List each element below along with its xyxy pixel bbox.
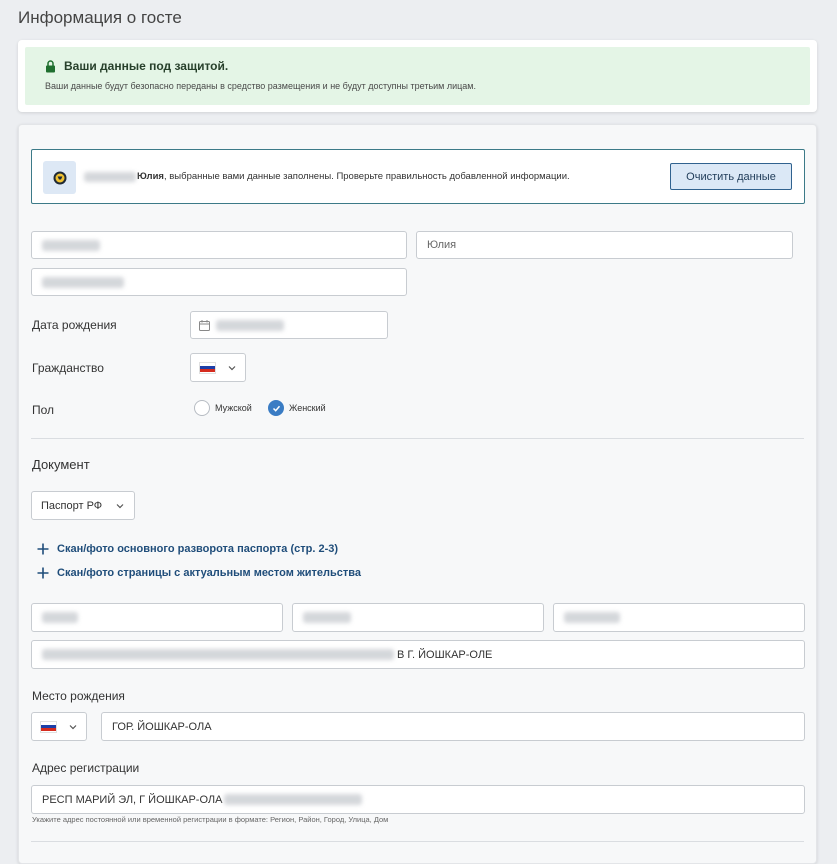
upload-residence-page-link[interactable]: Скан/фото страницы с актуальным местом ж…	[37, 567, 361, 579]
registration-address-field[interactable]: РЕСП МАРИЙ ЭЛ, Г ЙОШКАР-ОЛА	[31, 785, 805, 814]
radio-male[interactable]	[194, 400, 210, 416]
prefill-message: , выбранные вами данные заполнены. Прове…	[163, 171, 570, 182]
passport-issued-by-field[interactable]: В Г. ЙОШКАР-ОЛЕ	[31, 640, 805, 669]
redacted-value	[42, 276, 124, 288]
gender-female-option[interactable]: Женский	[268, 400, 326, 416]
upload-main-spread-label: Скан/фото основного разворота паспорта (…	[57, 543, 339, 555]
gender-male-label: Мужской	[215, 403, 252, 413]
birthplace-city-field[interactable]: ГОР. ЙОШКАР-ОЛА	[101, 712, 805, 741]
radio-female[interactable]	[268, 400, 284, 416]
redacted-value	[216, 319, 284, 331]
birthplace-label: Место рождения	[32, 689, 125, 703]
prefill-text: Юлия , выбранные вами данные заполнены. …	[84, 171, 570, 182]
divider	[31, 841, 804, 842]
russia-flag-icon	[40, 720, 57, 733]
document-section-title: Документ	[32, 457, 90, 472]
birth-date-field[interactable]	[190, 311, 388, 339]
birth-date-label: Дата рождения	[32, 318, 117, 332]
profile-badge-icon	[53, 171, 66, 184]
birthplace-country-select[interactable]	[31, 712, 87, 741]
check-icon	[272, 405, 280, 412]
gender-label: Пол	[32, 403, 55, 417]
redacted-value	[303, 612, 351, 623]
lock-icon	[46, 59, 55, 72]
gender-female-label: Женский	[289, 403, 326, 413]
registration-label: Адрес регистрации	[32, 761, 140, 775]
first-name-field[interactable]: Юлия	[416, 231, 793, 259]
document-type-select[interactable]: Паспорт РФ	[31, 491, 135, 520]
redacted-value	[224, 794, 363, 805]
passport-number-field[interactable]	[292, 603, 544, 632]
plus-icon	[37, 567, 49, 579]
chevron-down-icon	[69, 724, 77, 729]
security-title: Ваши данные под защитой.	[64, 59, 229, 73]
chevron-down-icon	[116, 504, 124, 509]
russia-flag-icon	[199, 361, 216, 374]
prefill-notice: Юлия , выбранные вами данные заполнены. …	[31, 149, 805, 204]
registration-hint: Укажите адрес постоянной или временной р…	[32, 815, 389, 824]
security-card: Ваши данные под защитой. Ваши данные буд…	[18, 40, 817, 112]
birthplace-value: ГОР. ЙОШКАР-ОЛА	[112, 720, 212, 733]
passport-issue-date-field[interactable]	[553, 603, 805, 632]
prefill-name: Юлия	[137, 171, 164, 182]
last-name-field[interactable]	[31, 231, 407, 259]
avatar	[43, 161, 76, 194]
security-text: Ваши данные будут безопасно переданы в с…	[45, 81, 476, 91]
redacted-value	[564, 612, 620, 623]
citizenship-label: Гражданство	[32, 361, 104, 375]
issued-by-visible-text: В Г. ЙОШКАР-ОЛЕ	[397, 648, 493, 661]
page-title: Информация о госте	[18, 8, 182, 27]
gender-male-option[interactable]: Мужской	[194, 400, 252, 416]
registration-value: РЕСП МАРИЙ ЭЛ, Г ЙОШКАР-ОЛА	[42, 793, 223, 806]
security-title-row: Ваши данные под защитой.	[45, 59, 798, 73]
middle-name-field[interactable]	[31, 268, 407, 296]
redacted-value	[42, 239, 100, 251]
passport-series-field[interactable]	[31, 603, 283, 632]
redacted-value	[42, 649, 394, 660]
security-banner: Ваши данные под защитой. Ваши данные буд…	[25, 47, 810, 105]
redacted-value	[42, 612, 78, 623]
document-type-value: Паспорт РФ	[41, 499, 103, 512]
citizenship-select[interactable]	[190, 353, 246, 382]
chevron-down-icon	[228, 365, 236, 370]
redacted-surname	[84, 171, 136, 182]
clear-data-button[interactable]: Очистить данные	[670, 163, 792, 190]
upload-residence-page-label: Скан/фото страницы с актуальным местом ж…	[57, 567, 361, 579]
calendar-icon	[199, 319, 210, 331]
first-name-value: Юлия	[427, 239, 457, 251]
plus-icon	[37, 543, 49, 555]
upload-main-spread-link[interactable]: Скан/фото основного разворота паспорта (…	[37, 543, 338, 555]
divider	[31, 438, 804, 439]
guest-form-card: Юлия , выбранные вами данные заполнены. …	[18, 124, 817, 864]
